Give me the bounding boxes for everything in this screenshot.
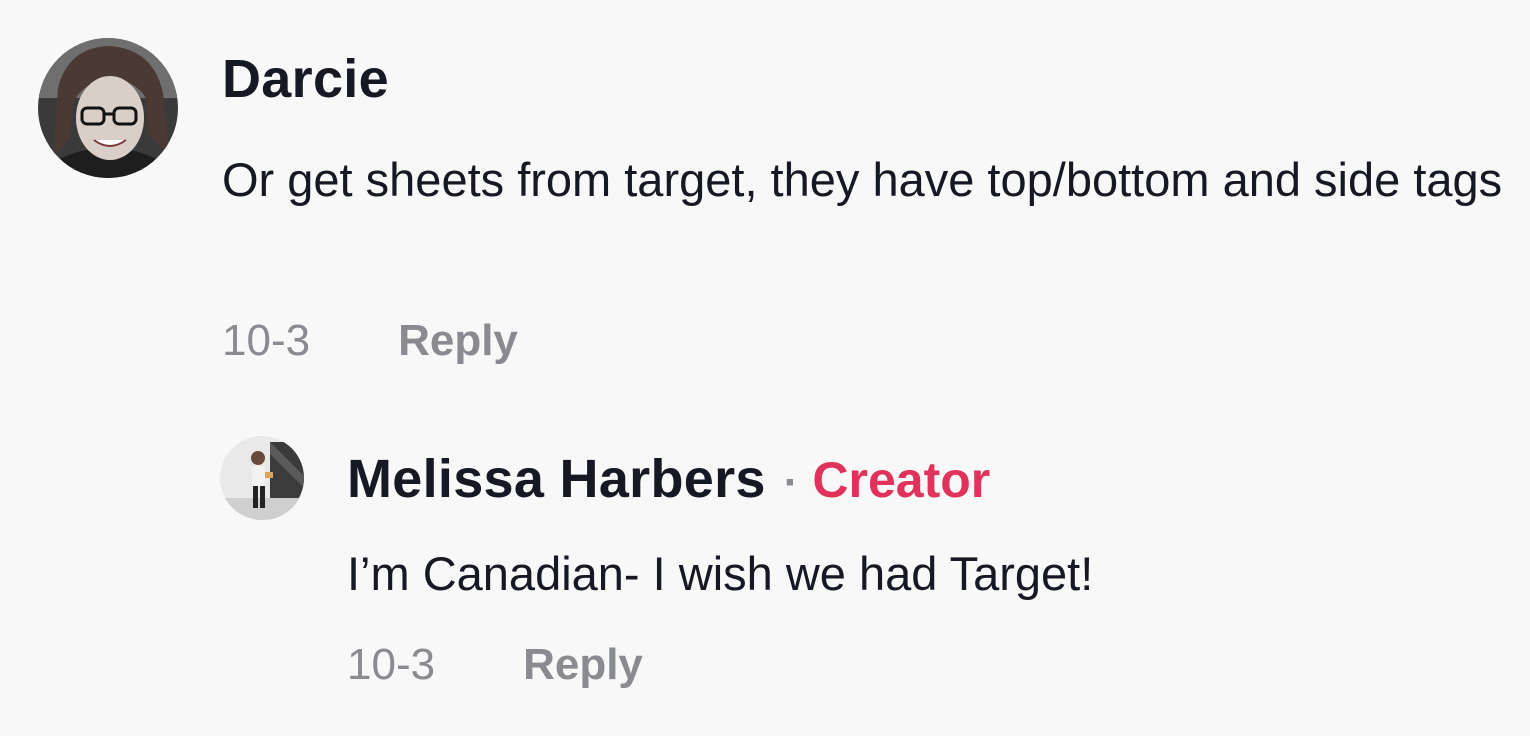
- avatar[interactable]: [38, 38, 178, 178]
- reply-button[interactable]: Reply: [398, 316, 518, 366]
- user-avatar-photo-icon: [38, 38, 178, 178]
- comment-meta: 10-3 Reply: [222, 316, 518, 366]
- creator-badge: Creator: [812, 452, 991, 508]
- reply-button[interactable]: Reply: [523, 640, 643, 690]
- reply-item: Melissa Harbers · Creator I’m Canadian- …: [0, 400, 1530, 736]
- reply-text: I’m Canadian- I wish we had Target!: [347, 547, 1094, 600]
- comment-item: Darcie Or get sheets from target, they h…: [0, 0, 1530, 400]
- reply-header: Melissa Harbers · Creator: [347, 448, 990, 510]
- reply-date: 10-3: [347, 640, 436, 689]
- creator-avatar-photo-icon: [220, 436, 304, 520]
- separator-dot: ·: [783, 458, 799, 507]
- reply-username[interactable]: Melissa Harbers: [347, 448, 766, 510]
- avatar[interactable]: [220, 436, 304, 520]
- comment-username[interactable]: Darcie: [222, 48, 389, 110]
- comment-text: Or get sheets from target, they have top…: [222, 153, 1503, 206]
- reply-meta: 10-3 Reply: [347, 640, 643, 690]
- comment-date: 10-3: [222, 316, 311, 365]
